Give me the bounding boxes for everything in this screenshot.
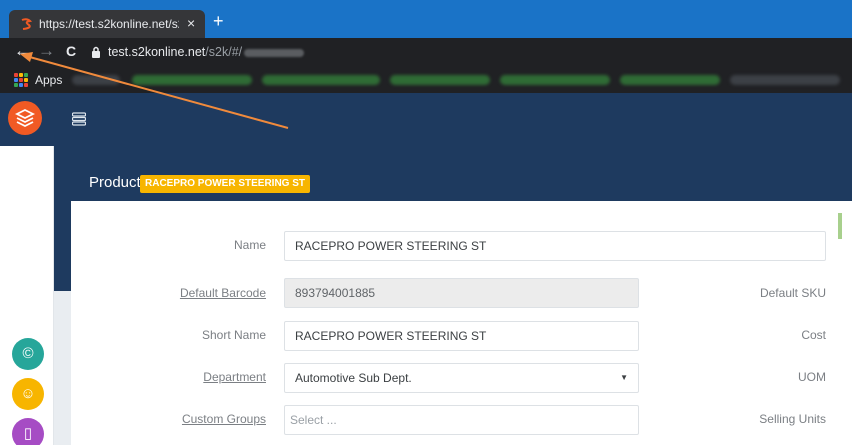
lock-icon [92,46,100,58]
url-redacted [244,48,305,57]
users-icon[interactable]: ☺ [12,378,44,410]
bookmark-redacted[interactable] [132,75,252,85]
cost-label: Cost [801,328,826,342]
bookmark-redacted[interactable] [262,75,380,85]
apps-label[interactable]: Apps [35,73,62,87]
default-barcode-input[interactable]: 893794001885 [284,278,639,308]
department-value: Automotive Sub Dept. [295,371,412,385]
url-path: /s2k/#/ [205,45,243,59]
bookmark-redacted[interactable] [500,75,610,85]
department-select[interactable]: Automotive Sub Dept. ▼ [284,363,639,393]
back-button[interactable]: ← [14,42,31,60]
url-host: test.s2konline.net [108,45,206,59]
screen: https://test.s2konline.net/s2k/#/ × + ← … [0,0,852,445]
app-header [0,93,852,146]
browser-tab[interactable]: https://test.s2konline.net/s2k/#/ × [9,10,205,38]
name-label: Name [233,238,266,252]
reload-button[interactable]: C [66,42,76,60]
document-icon[interactable]: ▯ [12,418,44,445]
bookmark-redacted[interactable] [390,75,490,85]
custom-groups-label[interactable]: Custom Groups [160,412,266,426]
product-name-badge: RACEPRO POWER STEERING ST [140,175,311,193]
name-input[interactable]: RACEPRO POWER STEERING ST [284,231,826,261]
browser-toolbar: ← → C test.s2konline.net/s2k/#/ [0,38,852,66]
tab-title: https://test.s2konline.net/s2k/#/ [39,17,179,31]
default-barcode-label[interactable]: Default Barcode [160,286,266,300]
chevron-down-icon: ▼ [620,373,628,382]
copyright-icon[interactable]: © [12,338,44,370]
selling-units-label: Selling Units [759,412,826,426]
bookmark-redacted[interactable] [730,75,840,85]
menu-toggle-icon[interactable] [72,112,86,126]
short-name-label: Short Name [201,328,266,342]
app-logo-icon[interactable] [8,101,42,135]
department-label[interactable]: Department [170,370,266,384]
custom-groups-select[interactable]: Select ... [284,405,639,435]
short-name-input[interactable]: RACEPRO POWER STEERING ST [284,321,639,351]
apps-grid-icon[interactable] [14,73,28,87]
new-tab-button[interactable]: + [213,11,224,32]
address-bar[interactable]: test.s2konline.net/s2k/#/ [108,45,305,59]
bookmark-redacted[interactable] [620,75,720,85]
side-tab-indicator[interactable] [838,213,842,239]
tab-close-icon[interactable]: × [187,15,195,31]
bookmarks-bar: Apps [0,66,852,93]
default-sku-label: Default SKU [759,286,826,300]
bookmark-redacted[interactable] [72,75,120,85]
logo-mark-icon [15,108,35,128]
uom-label: UOM [798,370,826,384]
browser-tabstrip: https://test.s2konline.net/s2k/#/ × + [0,0,852,38]
s2k-favicon-icon [21,18,33,30]
forward-button[interactable]: → [38,42,55,60]
page-title: Product [89,174,141,191]
